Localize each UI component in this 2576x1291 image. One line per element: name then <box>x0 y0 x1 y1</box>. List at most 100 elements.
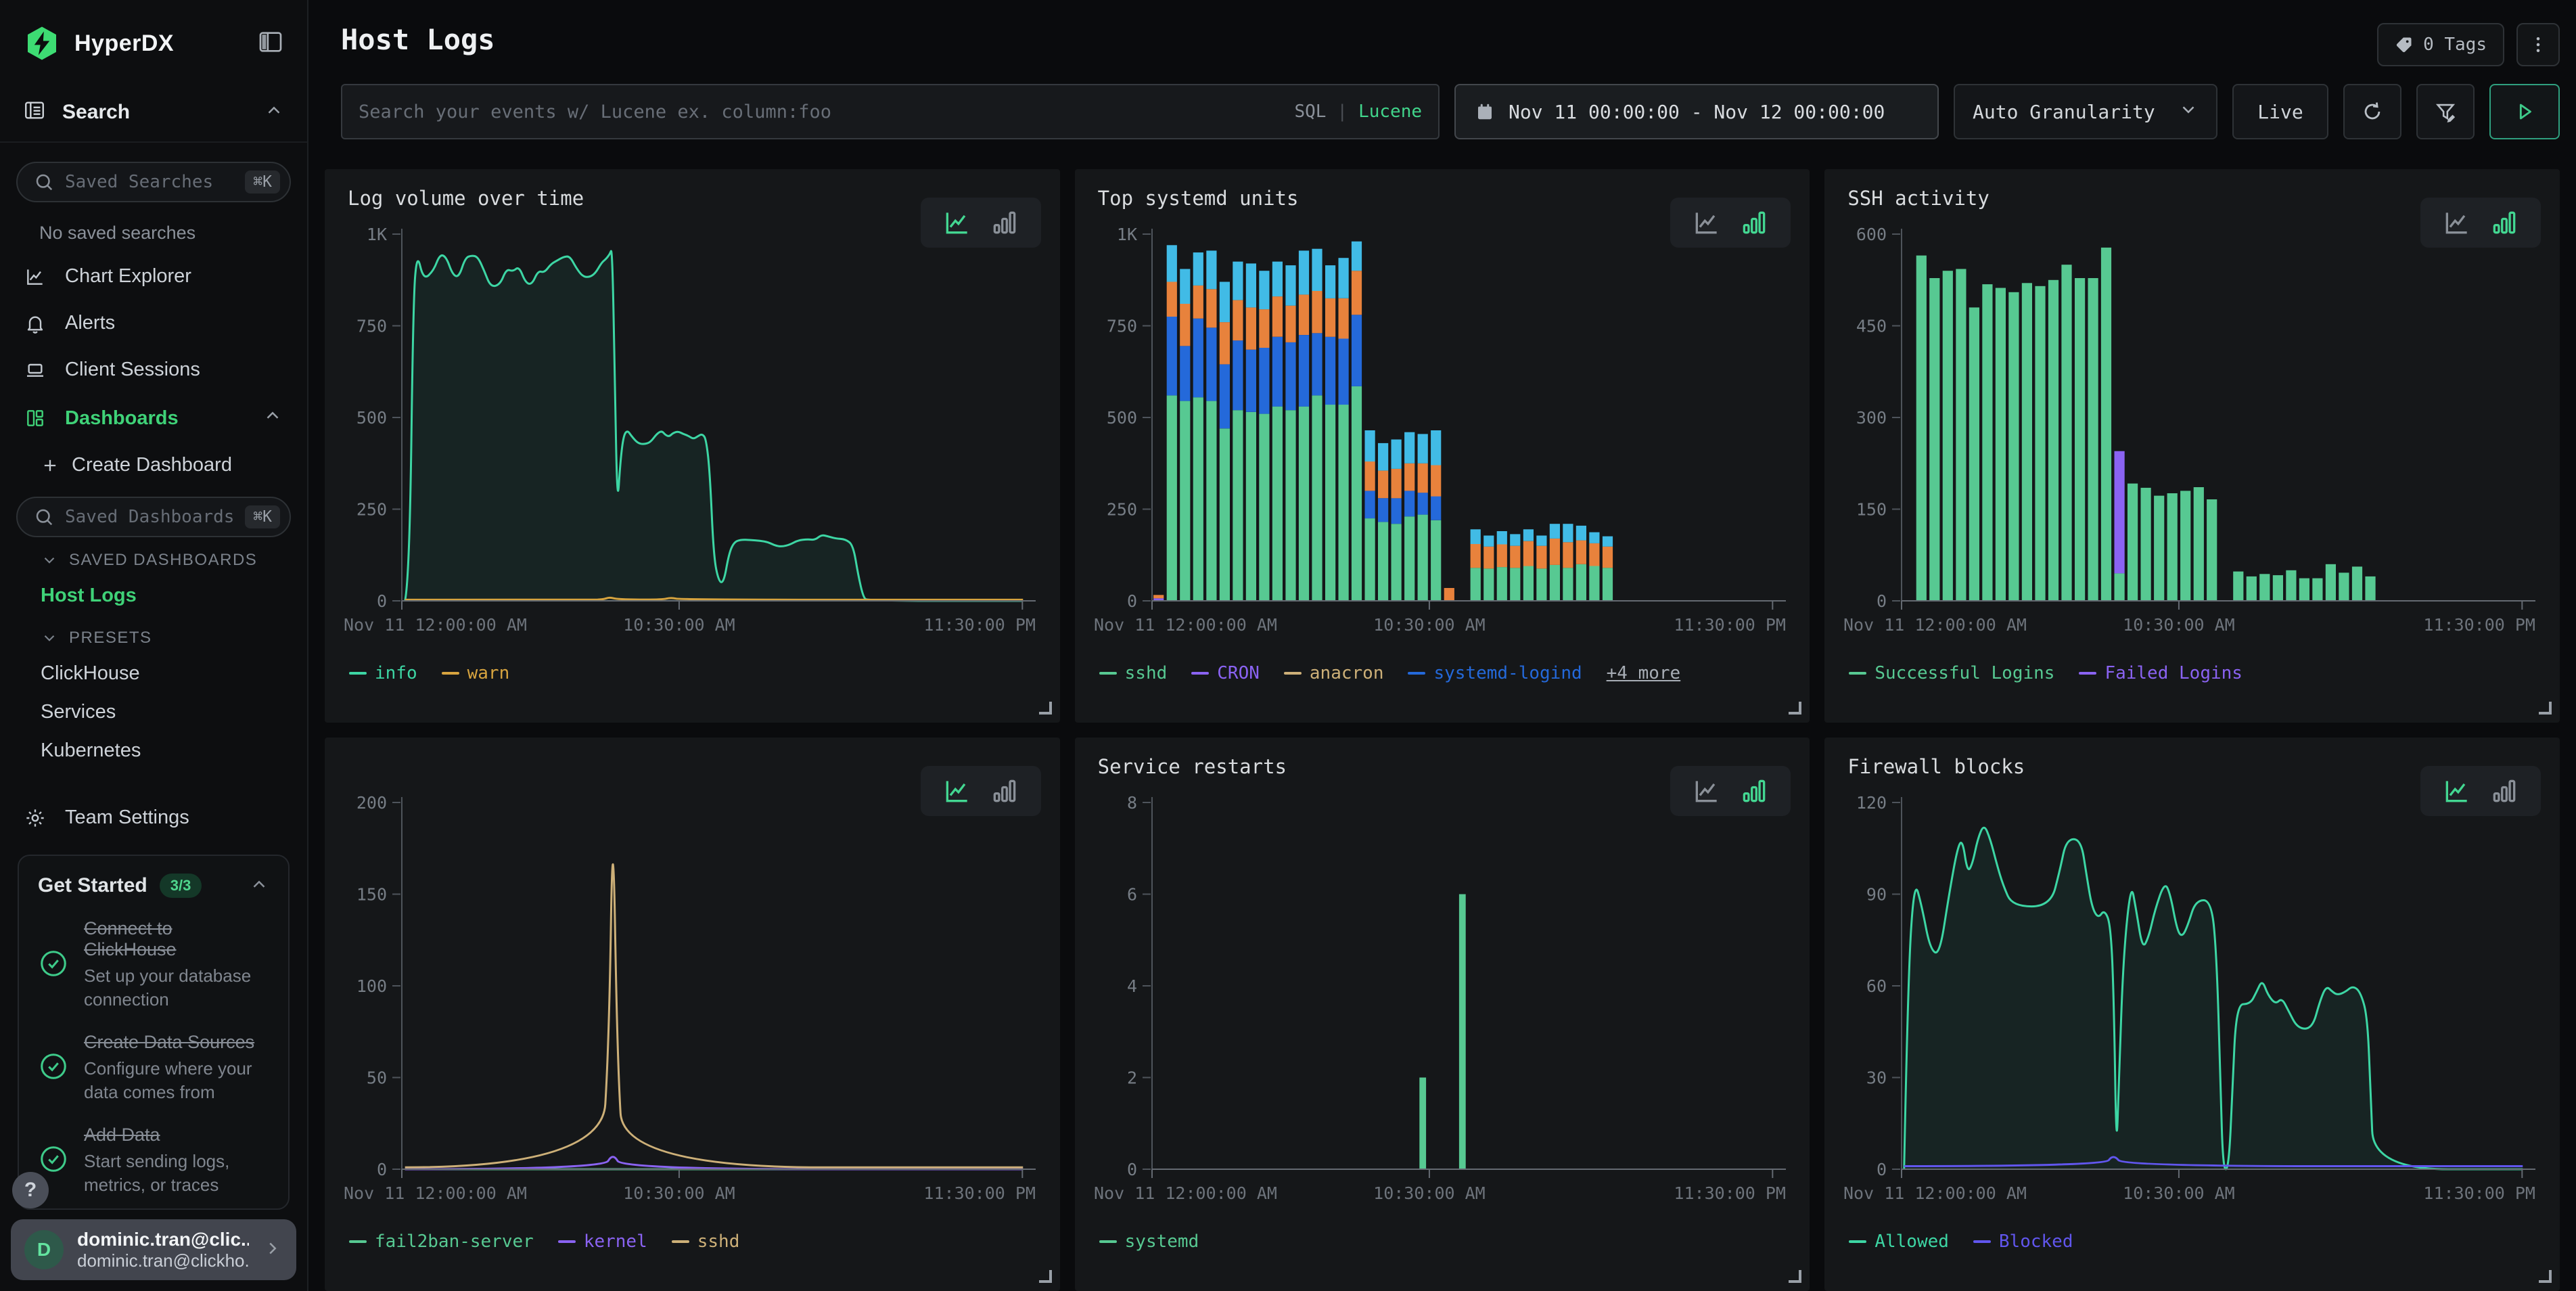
granularity-value: Auto Granularity <box>1973 101 2155 123</box>
legend-item[interactable]: sshd <box>672 1231 740 1252</box>
event-search-input[interactable]: SQL | Lucene <box>341 84 1440 139</box>
filter-edit-icon <box>2434 100 2457 123</box>
presets-section-header[interactable]: PRESETS <box>0 615 307 654</box>
legend-item[interactable]: Blocked <box>1973 1231 2073 1252</box>
get-started-header[interactable]: Get Started 3/3 <box>38 874 269 898</box>
saved-dashboards-field[interactable] <box>65 507 234 527</box>
svg-text:50: 50 <box>367 1068 387 1088</box>
chart-type-toggle[interactable] <box>1670 766 1791 816</box>
sidebar-item-label: Client Sessions <box>65 359 200 381</box>
chevron-up-icon[interactable] <box>264 100 284 124</box>
search-icon <box>34 172 54 192</box>
sidebar-item-chart-explorer[interactable]: Chart Explorer <box>0 253 307 300</box>
svg-text:11:30:00 PM: 11:30:00 PM <box>1674 615 1786 635</box>
line-chart-toggle-icon[interactable] <box>942 208 972 237</box>
line-chart-toggle-icon[interactable] <box>1692 776 1722 806</box>
granularity-select[interactable]: Auto Granularity <box>1954 84 2217 139</box>
preset-link-clickhouse[interactable]: ClickHouse <box>0 654 307 693</box>
legend-item[interactable]: warn <box>442 663 510 683</box>
plus-icon <box>41 456 60 475</box>
get-started-step[interactable]: Create Data Sources Configure where your… <box>38 1032 269 1104</box>
chart-explorer-icon <box>24 266 47 288</box>
chevron-down-icon <box>2178 99 2199 124</box>
chart-type-toggle[interactable] <box>1670 198 1791 248</box>
legend-item[interactable]: Failed Logins <box>2079 663 2242 683</box>
legend-item[interactable]: sshd <box>1099 663 1168 683</box>
get-started-step[interactable]: Connect to ClickHouse Set up your databa… <box>38 918 269 1012</box>
legend-label: warn <box>467 663 510 683</box>
line-chart-toggle-icon[interactable] <box>2442 208 2472 237</box>
tags-button[interactable]: 0 Tags <box>2377 23 2504 66</box>
more-options-button[interactable] <box>2516 23 2560 66</box>
sidebar-item-search[interactable]: Search <box>0 78 307 141</box>
live-button[interactable]: Live <box>2232 84 2328 139</box>
legend-item[interactable]: kernel <box>558 1231 647 1252</box>
svg-text:8: 8 <box>1127 793 1137 813</box>
legend-color-dash <box>1973 1240 1991 1243</box>
refresh-button[interactable] <box>2343 84 2401 139</box>
chart-legend: systemd <box>1099 1231 1795 1252</box>
legend-item[interactable]: systemd <box>1099 1231 1199 1252</box>
sidebar-item-alerts[interactable]: Alerts <box>0 300 307 346</box>
bar-chart-toggle-icon[interactable] <box>990 208 1019 237</box>
legend-label: fail2ban-server <box>375 1231 534 1252</box>
svg-text:Nov 11 12:00:00 AM: Nov 11 12:00:00 AM <box>1843 615 2027 635</box>
saved-dashboards-section-header[interactable]: SAVED DASHBOARDS <box>0 537 307 576</box>
lucene-toggle[interactable]: Lucene <box>1358 101 1422 122</box>
svg-text:10:30:00 AM: 10:30:00 AM <box>1373 615 1486 635</box>
line-chart-toggle-icon[interactable] <box>2442 776 2472 806</box>
bar-chart-toggle-icon[interactable] <box>2489 208 2519 237</box>
chart-type-toggle[interactable] <box>921 766 1041 816</box>
legend-item[interactable]: CRON <box>1191 663 1260 683</box>
line-chart-toggle-icon[interactable] <box>1692 208 1722 237</box>
svg-text:0: 0 <box>377 1160 387 1179</box>
sidebar-item-dashboards[interactable]: Dashboards <box>0 393 307 443</box>
bar-chart-toggle-icon[interactable] <box>990 776 1019 806</box>
saved-searches-input[interactable]: ⌘K <box>16 162 291 202</box>
legend-item[interactable]: info <box>349 663 417 683</box>
tag-icon <box>2395 35 2414 54</box>
legend-item[interactable]: systemd-logind <box>1408 663 1582 683</box>
chevron-up-icon[interactable] <box>249 874 269 898</box>
chart-type-toggle[interactable] <box>2420 766 2541 816</box>
sidebar-collapse-icon[interactable] <box>257 28 284 59</box>
create-dashboard-button[interactable]: Create Dashboard <box>0 443 307 487</box>
legend-label: Allowed <box>1874 1231 1949 1252</box>
time-range-picker[interactable]: Nov 11 00:00:00 - Nov 12 00:00:00 <box>1454 84 1939 139</box>
sidebar: HyperDX Search ⌘K No saved searches <box>0 0 308 1291</box>
svg-text:150: 150 <box>1856 500 1887 520</box>
legend-item[interactable]: anacron <box>1284 663 1384 683</box>
filter-button[interactable] <box>2416 84 2475 139</box>
sidebar-item-client-sessions[interactable]: Client Sessions <box>0 346 307 393</box>
sql-toggle[interactable]: SQL <box>1294 101 1326 122</box>
legend-item[interactable]: Allowed <box>1849 1231 1949 1252</box>
get-started-step[interactable]: Add Data Start sending logs, metrics, or… <box>38 1125 269 1197</box>
sidebar-item-team-settings[interactable]: Team Settings <box>0 794 307 841</box>
svg-text:600: 600 <box>1856 225 1887 244</box>
legend-item[interactable]: fail2ban-server <box>349 1231 534 1252</box>
legend-label: anacron <box>1310 663 1384 683</box>
legend-item[interactable]: Successful Logins <box>1849 663 2054 683</box>
help-button[interactable]: ? <box>12 1172 49 1208</box>
legend-label: +4 more <box>1607 663 1681 683</box>
user-menu[interactable]: D dominic.tran@clic... dominic.tran@clic… <box>11 1219 296 1280</box>
bar-chart-toggle-icon[interactable] <box>1739 208 1769 237</box>
preset-link-kubernetes[interactable]: Kubernetes <box>0 731 307 770</box>
preset-link-services[interactable]: Services <box>0 693 307 731</box>
app-title: HyperDX <box>74 30 174 57</box>
chart-type-toggle[interactable] <box>921 198 1041 248</box>
svg-text:0: 0 <box>1127 591 1137 611</box>
bar-chart-toggle-icon[interactable] <box>1739 776 1769 806</box>
chart-plot: 1K7505002500Nov 11 12:00:00 AM10:30:00 A… <box>1090 218 1795 656</box>
chart-type-toggle[interactable] <box>2420 198 2541 248</box>
legend-item[interactable]: +4 more <box>1607 663 1681 683</box>
saved-dashboards-input[interactable]: ⌘K <box>16 497 291 537</box>
app-root: HyperDX Search ⌘K No saved searches <box>0 0 2576 1291</box>
run-query-button[interactable] <box>2489 84 2560 139</box>
event-search-field[interactable] <box>359 101 1282 122</box>
dashboard-link-host-logs[interactable]: Host Logs <box>0 576 307 615</box>
line-chart-toggle-icon[interactable] <box>942 776 972 806</box>
saved-searches-field[interactable] <box>65 172 234 192</box>
bar-chart-toggle-icon[interactable] <box>2489 776 2519 806</box>
chevron-up-icon[interactable] <box>262 405 283 431</box>
